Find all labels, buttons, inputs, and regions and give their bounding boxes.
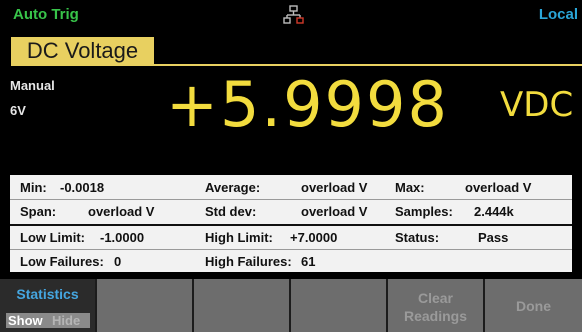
main-reading: +5.9998 xyxy=(166,68,449,141)
range-mode: Manual xyxy=(10,78,55,93)
network-lan-icon xyxy=(283,5,305,25)
average-label: Average: xyxy=(205,180,261,195)
remote-status: Local xyxy=(538,6,578,23)
done-button[interactable]: Done xyxy=(485,279,582,332)
trigger-mode: Auto Trig xyxy=(13,6,79,23)
statistics-panel: Min: -0.0018 Average: overload V Max: ov… xyxy=(10,175,572,272)
show-option[interactable]: Show xyxy=(8,313,43,328)
stats-row-4: Low Failures: 0 High Failures: 61 xyxy=(10,250,572,272)
reading-unit: VDC xyxy=(500,85,574,125)
clear-readings-button[interactable]: Clear Readings xyxy=(388,279,485,332)
statistics-softkey[interactable]: Statistics Show Hide xyxy=(0,279,97,332)
low-limit-label: Low Limit: xyxy=(20,230,85,245)
average-value: overload V xyxy=(301,180,368,195)
span-label: Span: xyxy=(20,204,57,219)
low-failures-value: 0 xyxy=(114,254,122,269)
stats-row-1: Min: -0.0018 Average: overload V Max: ov… xyxy=(10,176,572,198)
max-value: overload V xyxy=(465,180,532,195)
function-label: DC Voltage xyxy=(11,37,154,65)
max-label: Max: xyxy=(395,180,425,195)
min-label: Min: xyxy=(20,180,47,195)
stats-row-3: Low Limit: -1.0000 High Limit: +7.0000 S… xyxy=(10,226,572,248)
status-value: Pass xyxy=(478,230,509,245)
low-failures-label: Low Failures: xyxy=(20,254,104,269)
softkey-2[interactable] xyxy=(97,279,194,332)
min-value: -0.0018 xyxy=(60,180,105,195)
done-label: Done xyxy=(516,298,551,314)
status-label: Status: xyxy=(395,230,440,245)
samples-label: Samples: xyxy=(395,204,453,219)
softkey-3[interactable] xyxy=(194,279,291,332)
high-limit-value: +7.0000 xyxy=(290,230,338,245)
stddev-value: overload V xyxy=(301,204,368,219)
show-hide-toggle[interactable]: Show Hide xyxy=(6,313,90,328)
low-limit-value: -1.0000 xyxy=(100,230,145,245)
statistics-title: Statistics xyxy=(16,286,79,302)
span-value: overload V xyxy=(88,204,155,219)
clear-readings-line2: Readings xyxy=(403,308,467,324)
stddev-label: Std dev: xyxy=(205,204,257,219)
high-limit-label: High Limit: xyxy=(205,230,273,245)
samples-value: 2.444k xyxy=(474,204,514,219)
high-failures-value: 61 xyxy=(301,254,316,269)
softkey-4[interactable] xyxy=(291,279,388,332)
clear-readings-line1: Clear xyxy=(417,290,454,306)
function-underline xyxy=(11,64,582,66)
high-failures-label: High Failures: xyxy=(205,254,292,269)
hide-option[interactable]: Hide xyxy=(52,313,80,328)
range-value: 6V xyxy=(10,103,26,118)
stats-row-2: Span: overload V Std dev: overload V Sam… xyxy=(10,200,572,222)
